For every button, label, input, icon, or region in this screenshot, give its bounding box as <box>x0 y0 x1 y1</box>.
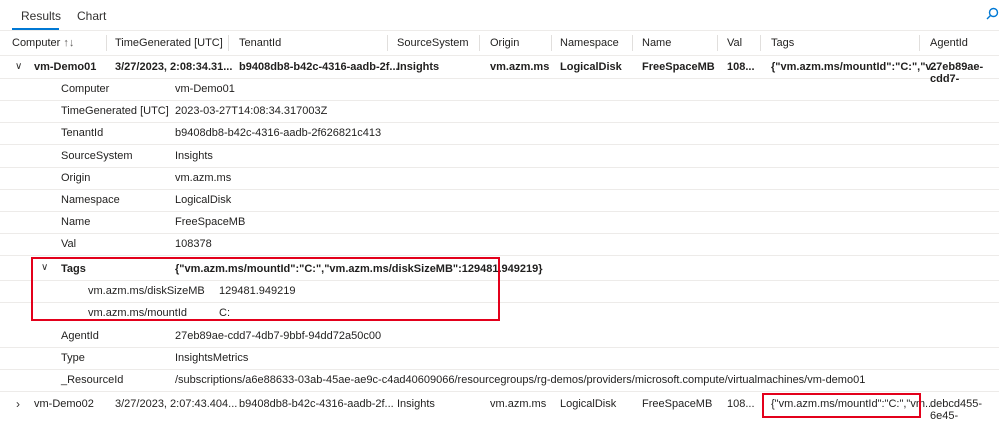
sort-icon[interactable]: ↑↓ <box>63 37 74 49</box>
detail-row-namespace: Namespace LogicalDisk <box>0 189 999 212</box>
column-resize-handle[interactable] <box>760 35 761 51</box>
search-icon[interactable] <box>986 7 999 23</box>
cell-sourcesystem: Insights <box>397 61 440 73</box>
column-resize-handle[interactable] <box>228 35 229 51</box>
detail-row-tenantid: TenantId b9408db8-b42c-4316-aadb-2f62682… <box>0 122 999 145</box>
cell-namespace: LogicalDisk <box>560 398 617 410</box>
detail-value: InsightsMetrics <box>175 352 249 364</box>
detail-row-resourceid: _ResourceId /subscriptions/a6e88633-03ab… <box>0 369 999 392</box>
detail-row-agentid: AgentId 27eb89ae-cdd7-4db7-9bbf-94dd72a5… <box>0 325 999 348</box>
column-header-timegenerated[interactable]: TimeGenerated [UTC] <box>115 37 223 49</box>
detail-key: Namespace <box>61 194 120 206</box>
cell-sourcesystem: Insights <box>397 398 435 410</box>
detail-key: Origin <box>61 172 91 184</box>
cell-val: 108... <box>727 398 755 410</box>
column-header-name[interactable]: Name <box>642 37 671 49</box>
detail-value: vm.azm.ms <box>175 172 232 184</box>
detail-key: TenantId <box>61 127 104 139</box>
table-row[interactable]: ∨ vm-Demo01 3/27/2023, 2:08:34.31... b94… <box>0 56 999 85</box>
column-resize-handle[interactable] <box>106 35 107 51</box>
column-resize-handle[interactable] <box>632 35 633 51</box>
cell-val: 108... <box>727 61 755 73</box>
collapse-row-chevron-icon[interactable]: ∨ <box>15 61 22 72</box>
column-resize-handle[interactable] <box>387 35 388 51</box>
detail-key: TimeGenerated [UTC] <box>61 105 169 117</box>
expand-row-chevron-icon[interactable]: › <box>16 397 20 411</box>
column-header-tenantid[interactable]: TenantId <box>239 37 281 49</box>
detail-value: 108378 <box>175 238 212 250</box>
cell-name: FreeSpaceMB <box>642 398 713 410</box>
cell-tenantid: b9408db8-b42c-4316-aadb-2f... <box>239 61 399 73</box>
detail-row-sourcesystem: SourceSystem Insights <box>0 145 999 168</box>
detail-row-type: Type InsightsMetrics <box>0 347 999 370</box>
detail-key: Type <box>61 352 85 364</box>
detail-key: _ResourceId <box>61 374 124 386</box>
detail-row-computer: Computer vm-Demo01 <box>0 78 999 101</box>
cell-timegenerated: 3/27/2023, 2:08:34.31... <box>115 61 233 73</box>
detail-row-origin: Origin vm.azm.ms <box>0 167 999 190</box>
highlight-box-tags <box>31 257 500 321</box>
cell-computer: vm-Demo01 <box>34 61 97 73</box>
column-header-agentid[interactable]: AgentId <box>930 37 968 49</box>
table-header: Computer ↑↓ TimeGenerated [UTC] TenantId… <box>0 31 999 56</box>
cell-timegenerated: 3/27/2023, 2:07:43.404... <box>115 398 238 410</box>
cell-agentid: debcd455-6e45- <box>930 398 982 422</box>
column-resize-handle[interactable] <box>717 35 718 51</box>
detail-value: /subscriptions/a6e88633-03ab-45ae-ae9c-c… <box>175 374 866 386</box>
column-header-tags[interactable]: Tags <box>771 37 794 49</box>
detail-row-timegenerated: TimeGenerated [UTC] 2023-03-27T14:08:34.… <box>0 100 999 123</box>
detail-value: Insights <box>175 150 213 162</box>
column-header-sourcesystem[interactable]: SourceSystem <box>397 37 469 49</box>
detail-value: FreeSpaceMB <box>175 216 246 228</box>
column-resize-handle[interactable] <box>479 35 480 51</box>
cell-origin: vm.azm.ms <box>490 61 550 73</box>
column-header-origin[interactable]: Origin <box>490 37 519 49</box>
cell-name: FreeSpaceMB <box>642 61 715 73</box>
detail-row-name: Name FreeSpaceMB <box>0 211 999 234</box>
cell-tags: {"vm.azm.ms/mountId":"C:","v... <box>771 61 940 73</box>
detail-value: 27eb89ae-cdd7-4db7-9bbf-94dd72a50c00 <box>175 330 382 342</box>
tab-chart[interactable]: Chart <box>77 9 106 23</box>
cell-namespace: LogicalDisk <box>560 61 622 73</box>
column-header-namespace[interactable]: Namespace <box>560 37 619 49</box>
column-resize-handle[interactable] <box>919 35 920 51</box>
detail-value: 2023-03-27T14:08:34.317003Z <box>175 105 328 117</box>
detail-value: LogicalDisk <box>175 194 232 206</box>
cell-tenantid: b9408db8-b42c-4316-aadb-2f... <box>239 398 394 410</box>
cell-computer: vm-Demo02 <box>34 398 94 410</box>
tab-results[interactable]: Results <box>21 9 61 23</box>
cell-origin: vm.azm.ms <box>490 398 547 410</box>
detail-value: b9408db8-b42c-4316-aadb-2f626821c413 <box>175 127 382 139</box>
detail-key: SourceSystem <box>61 150 133 162</box>
detail-value: vm-Demo01 <box>175 83 235 95</box>
detail-key: Val <box>61 238 77 250</box>
detail-key: Name <box>61 216 91 228</box>
detail-key: AgentId <box>61 330 99 342</box>
detail-row-val: Val 108378 <box>0 233 999 256</box>
column-header-computer[interactable]: Computer ↑↓ <box>12 37 74 49</box>
column-resize-handle[interactable] <box>551 35 552 51</box>
detail-key: Computer <box>61 83 110 95</box>
highlight-box-row2-tags <box>762 393 921 418</box>
column-header-val[interactable]: Val <box>727 37 742 49</box>
